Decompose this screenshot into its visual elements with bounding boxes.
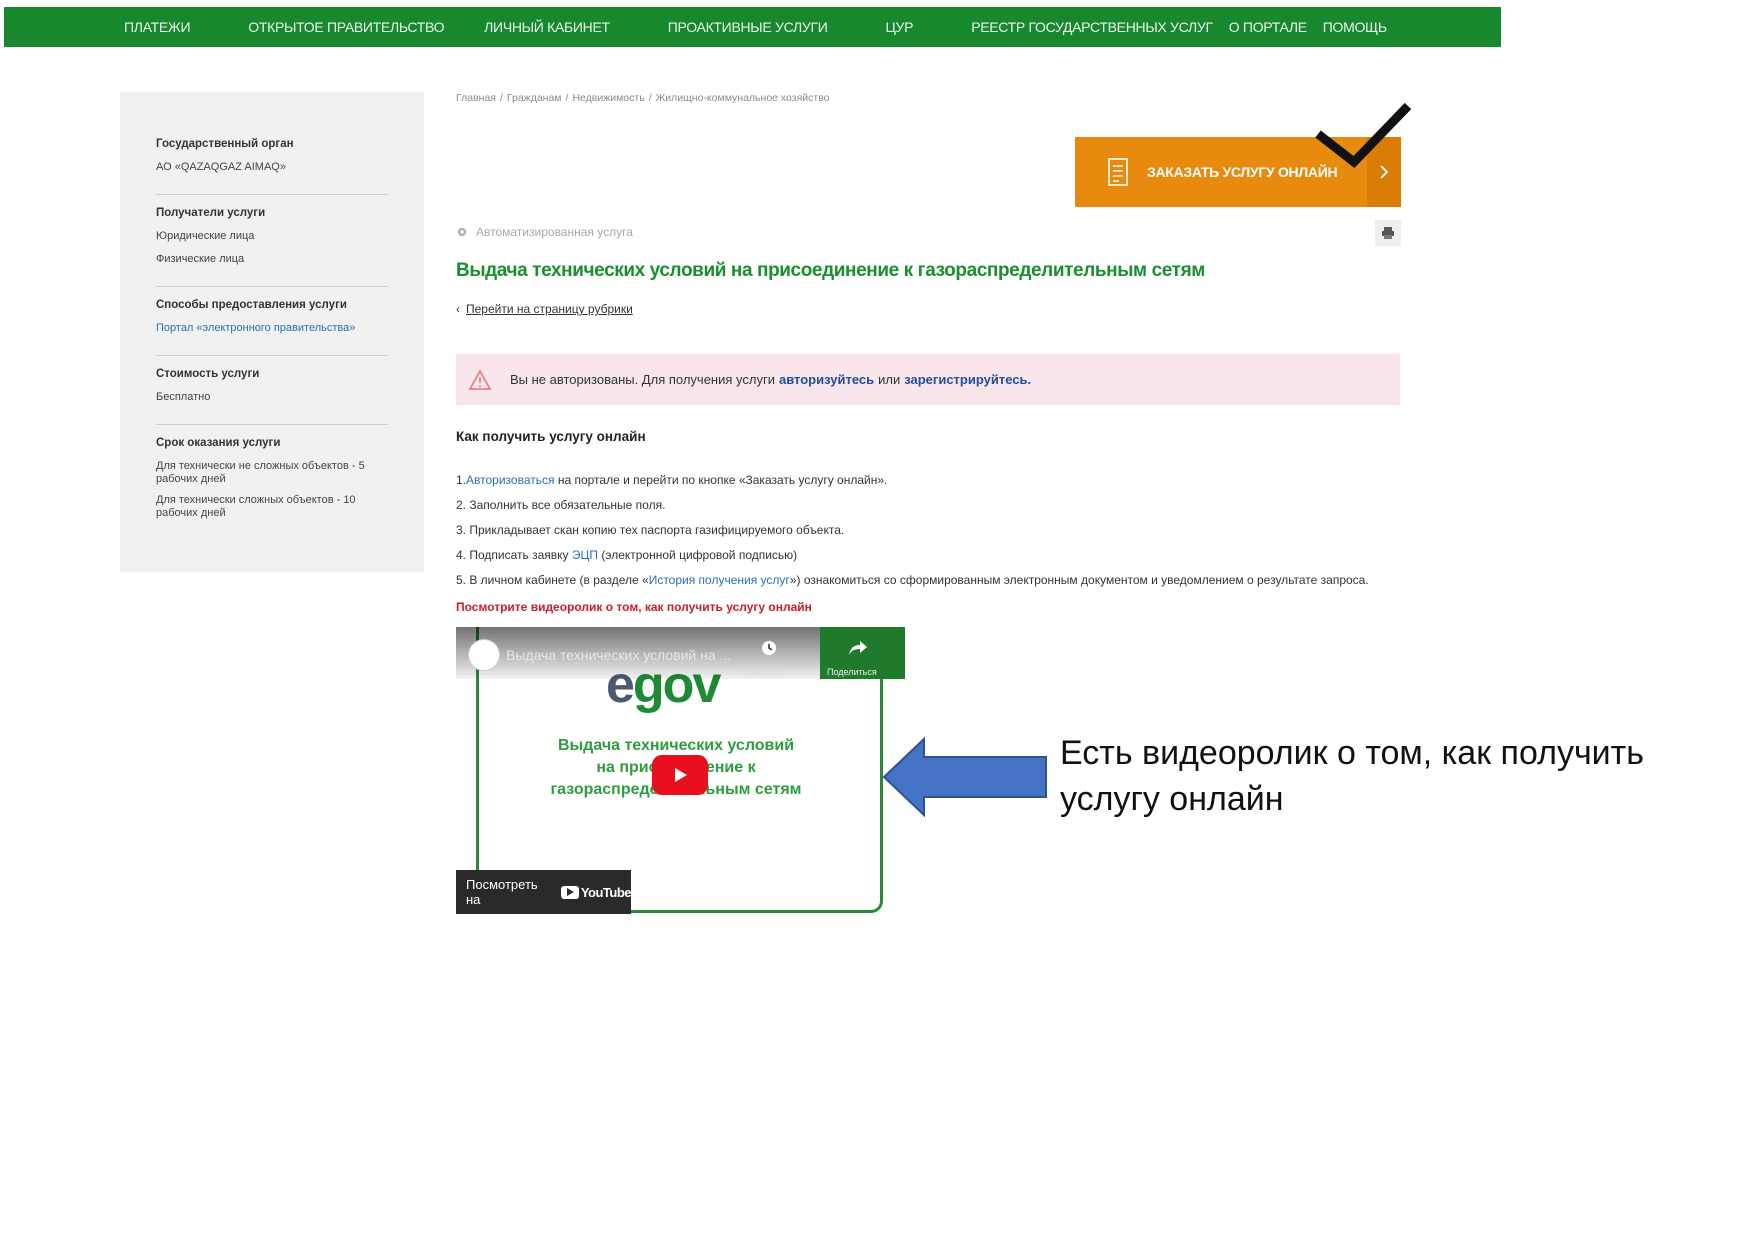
channel-avatar[interactable] <box>468 639 500 671</box>
sidebar-heading: Получатели услуги <box>156 207 266 219</box>
breadcrumb-item[interactable]: Жилищно-коммунальное хозяйство <box>656 92 830 104</box>
clock-icon[interactable] <box>761 640 777 656</box>
order-button-label: ЗАКАЗАТЬ УСЛУГУ ОНЛАЙН <box>1147 164 1338 180</box>
eds-link[interactable]: ЭЦП <box>572 548 598 562</box>
breadcrumb-item[interactable]: Гражданам <box>507 92 562 104</box>
automated-service-text: Автоматизированная услуга <box>476 225 633 239</box>
back-link-text[interactable]: Перейти на страницу рубрики <box>466 302 633 316</box>
watch-later-label[interactable]: Смотреть... <box>743 667 791 677</box>
print-button[interactable] <box>1375 220 1401 246</box>
sidebar-value: Бесплатно <box>156 391 211 403</box>
sidebar-heading: Срок оказания услуги <box>156 437 281 449</box>
steps-list: 1.Авторизоваться на портале и перейти по… <box>456 468 1369 593</box>
sidebar-value: Для технически не сложных объектов - 5 р… <box>156 460 365 485</box>
main-content: Главная / Гражданам / Недвижимость / Жилищно-к… <box>456 92 1412 919</box>
share-icon[interactable] <box>848 640 868 656</box>
watch-on-youtube-button[interactable]: Посмотреть на YouTube <box>456 870 632 914</box>
sidebar-value: Для технически сложных объектов - 10 раб… <box>156 494 356 519</box>
nav-payments[interactable]: ПЛАТЕЖИ <box>124 19 191 35</box>
video-title[interactable]: Выдача технических условий на ... <box>506 647 731 663</box>
login-link[interactable]: авторизуйтесь <box>779 372 874 387</box>
nav-tsur[interactable]: ЦУР <box>885 19 913 35</box>
video-embed[interactable]: egov Выдача технических условий на присо… <box>456 627 905 919</box>
gear-icon <box>457 227 467 237</box>
play-button[interactable] <box>652 755 708 795</box>
sidebar-heading: Государственный орган <box>156 138 294 150</box>
breadcrumb-item[interactable]: Главная <box>456 92 496 104</box>
sidebar-value: Юридические лица <box>156 230 255 242</box>
back-to-category-link[interactable]: ‹ Перейти на страницу рубрики <box>456 302 633 316</box>
step-3: 3. Прикладывает скан копию тех паспорта … <box>456 523 845 537</box>
chevron-left-icon: ‹ <box>456 302 460 316</box>
alert-or-text: или <box>878 372 901 387</box>
sidebar-group-cost: Стоимость услуги Бесплатно <box>156 368 388 425</box>
step-1: 1.Авторизоваться на портале и перейти по… <box>456 473 888 487</box>
page-title: Выдача технических условий на присоедине… <box>456 260 1205 281</box>
checkmark-icon <box>1315 102 1412 169</box>
how-to-heading: Как получить услугу онлайн <box>456 429 646 444</box>
sidebar-group-agency: Государственный орган АО «QAZAQGAZ AIMAQ… <box>156 138 388 195</box>
nav-help[interactable]: ПОМОЩЬ <box>1323 19 1387 35</box>
warning-icon <box>468 368 492 390</box>
nav-services-registry[interactable]: РЕЕСТР ГОСУДАРСТВЕННЫХ УСЛУГ <box>971 19 1213 35</box>
sidebar-group-term: Срок оказания услуги Для технически не с… <box>156 437 388 538</box>
play-icon <box>675 768 687 782</box>
nav-about-portal[interactable]: О ПОРТАЛЕ <box>1229 19 1307 35</box>
watch-on-label: Посмотреть на <box>466 877 538 907</box>
sidebar-value: АО «QAZAQGAZ AIMAQ» <box>156 161 286 173</box>
authorize-link[interactable]: Авторизоваться <box>466 473 554 487</box>
egov-portal-link[interactable]: Портал «электронного правительства» <box>156 322 388 335</box>
step-4: 4. Подписать заявку ЭЦП (электронной циф… <box>456 548 798 562</box>
alert-text: Вы не авторизованы. Для получения услуги <box>510 372 775 387</box>
youtube-icon <box>560 885 579 899</box>
breadcrumb-item[interactable]: Недвижимость <box>572 92 644 104</box>
automated-service-label: Автоматизированная услуга <box>456 225 633 239</box>
not-authorized-alert: Вы не авторизованы. Для получения услуги… <box>456 354 1400 405</box>
top-navigation: ПЛАТЕЖИ ОТКРЫТОЕ ПРАВИТЕЛЬСТВО ЛИЧНЫЙ КА… <box>4 7 1501 47</box>
document-icon <box>1108 158 1128 186</box>
step-5: 5. В личном кабинете (в разделе «История… <box>456 573 1369 587</box>
printer-icon <box>1382 227 1394 239</box>
nav-proactive-services[interactable]: ПРОАКТИВНЫЕ УСЛУГИ <box>668 19 828 35</box>
breadcrumb: Главная / Гражданам / Недвижимость / Жилищно-к… <box>456 92 830 104</box>
sidebar-heading: Способы предоставления услуги <box>156 299 347 311</box>
register-link[interactable]: зарегистрируйтесь. <box>904 372 1031 387</box>
sidebar-heading: Стоимость услуги <box>156 368 260 380</box>
share-label[interactable]: Поделиться <box>827 667 877 677</box>
sidebar-value: Физические лица <box>156 253 245 265</box>
left-arrow-icon <box>882 736 1047 818</box>
step-2: 2. Заполнить все обязательные поля. <box>456 498 666 512</box>
youtube-logo: YouTube <box>560 885 632 900</box>
service-info-sidebar: Государственный орган АО «QAZAQGAZ AIMAQ… <box>120 92 424 572</box>
nav-open-government[interactable]: ОТКРЫТОЕ ПРАВИТЕЛЬСТВО <box>248 19 444 35</box>
sidebar-group-methods: Способы предоставления услуги Портал «эл… <box>156 299 388 356</box>
sidebar-group-recipients: Получатели услуги Юридические лица Физич… <box>156 207 388 287</box>
video-caption: Посмотрите видеоролик о том, как получит… <box>456 600 812 614</box>
annotation-text: Есть видеоролик о том, как получить услу… <box>1060 734 1644 818</box>
service-history-link[interactable]: История получения услуг <box>649 573 790 587</box>
nav-personal-cabinet[interactable]: ЛИЧНЫЙ КАБИНЕТ <box>484 19 610 35</box>
